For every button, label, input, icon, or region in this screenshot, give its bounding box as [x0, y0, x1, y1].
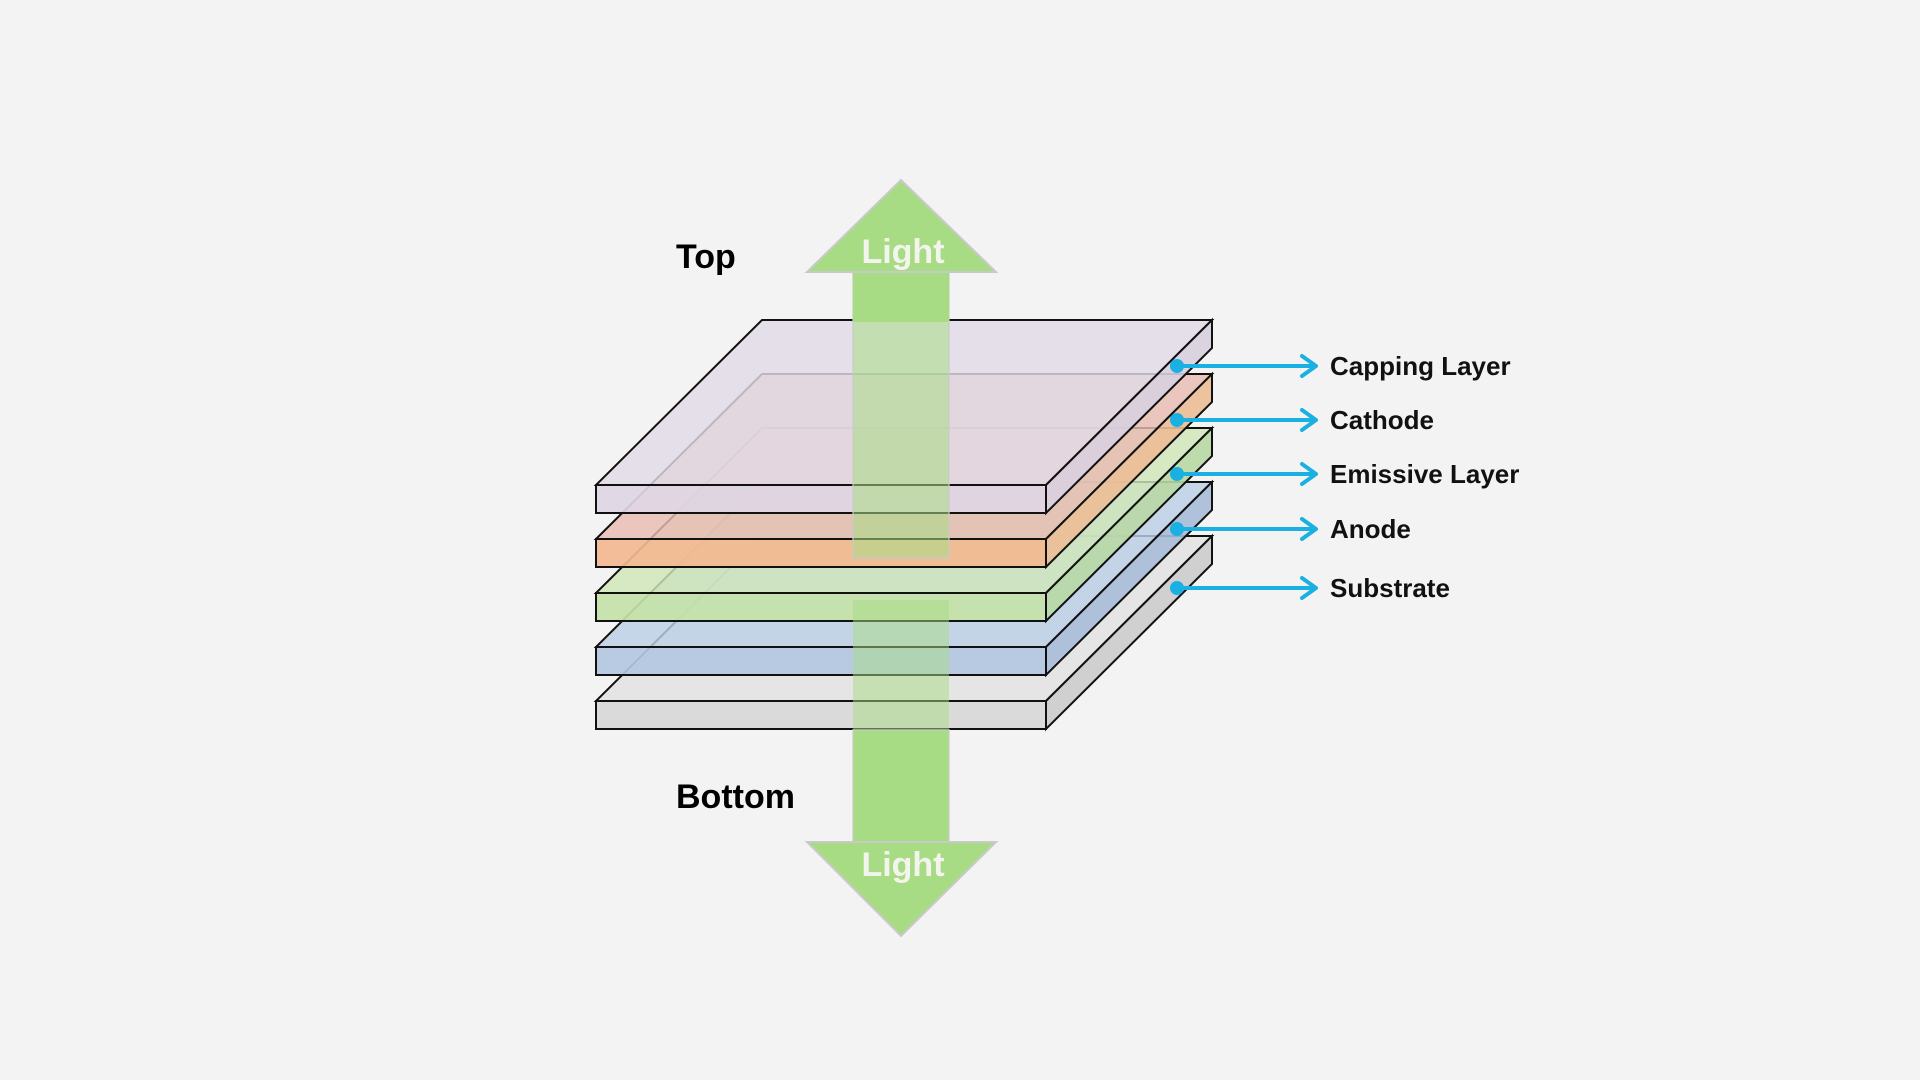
- top-label: Top: [676, 238, 736, 276]
- callout-label: Capping Layer: [1330, 351, 1511, 381]
- light-down-shaft-inner: [853, 600, 949, 730]
- light-up-shaft-top: [853, 272, 949, 322]
- light-down-label: Light: [861, 846, 944, 884]
- light-down-shaft: [852, 729, 950, 845]
- callout-label: Anode: [1330, 514, 1411, 544]
- layer-front-face: [595, 592, 1047, 622]
- callout-label: Substrate: [1330, 573, 1450, 603]
- bottom-label: Bottom: [676, 778, 795, 816]
- layer-front-face: [595, 646, 1047, 676]
- light-up-label: Light: [861, 233, 944, 271]
- layer-front-face: [595, 484, 1047, 514]
- layer-front-face: [595, 700, 1047, 730]
- callout-substrate: Substrate: [1170, 573, 1450, 603]
- layer-callouts: Capping Layer Cathode Emissive Layer Anode S…: [1170, 351, 1519, 603]
- oled-stack-diagram: Capping Layer Cathode Emissive Layer Anode S…: [593, 178, 1519, 938]
- callout-label: Emissive Layer: [1330, 459, 1519, 489]
- callout-emissive-layer: Emissive Layer: [1170, 459, 1519, 489]
- callout-label: Cathode: [1330, 405, 1434, 435]
- callout-capping-layer: Capping Layer: [1170, 351, 1511, 381]
- layer-front-face: [595, 538, 1047, 568]
